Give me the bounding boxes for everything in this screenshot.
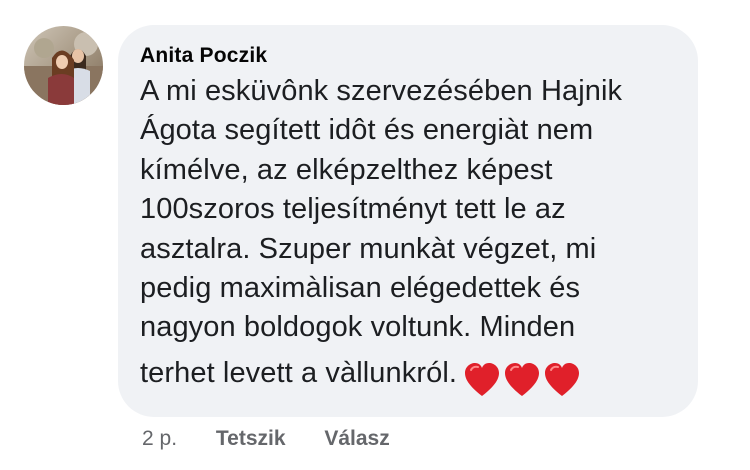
emoji-group: [463, 360, 583, 399]
comment-text-line: Ágota segített idôt és energiàt nem: [140, 114, 594, 147]
like-button[interactable]: Tetszik: [216, 425, 286, 453]
comment-text-line: nagyon boldogok voltunk. Minden: [140, 311, 576, 344]
comment-text: A mi esküvônk szervezésében Hajnik Ágota…: [140, 72, 678, 399]
avatar[interactable]: [24, 26, 103, 105]
comment-author[interactable]: Anita Poczik: [140, 42, 678, 70]
comment-text-line: A mi esküvônk szervezésében Hajnik: [140, 75, 623, 107]
comment-text-line: pedig maximàlisan elégedettek és: [140, 272, 581, 305]
comment-timestamp[interactable]: 2 p.: [142, 425, 177, 453]
comment-text-line: 100szoros teljesítményt tett le az: [140, 193, 566, 226]
red-heart-icon: [503, 362, 541, 398]
avatar-photo: [24, 26, 103, 105]
comment-text-last-line: terhet levett a vàllunkról.: [140, 354, 678, 399]
red-heart-icon: [463, 362, 501, 398]
reply-button[interactable]: Válasz: [324, 425, 389, 453]
comment-text-line: terhet levett a vàllunkról.: [140, 356, 458, 389]
comment-actions: 2 p. Tetszik Válasz: [142, 425, 390, 453]
comment-bubble: Anita Poczik A mi esküvônk szervezésében…: [118, 25, 698, 417]
comment-text-line: asztalra. Szuper munkàt végzet, mi: [140, 232, 597, 265]
comment-text-line: kímélve, az elképzelthez képest: [140, 153, 553, 186]
red-heart-icon: [543, 362, 581, 398]
